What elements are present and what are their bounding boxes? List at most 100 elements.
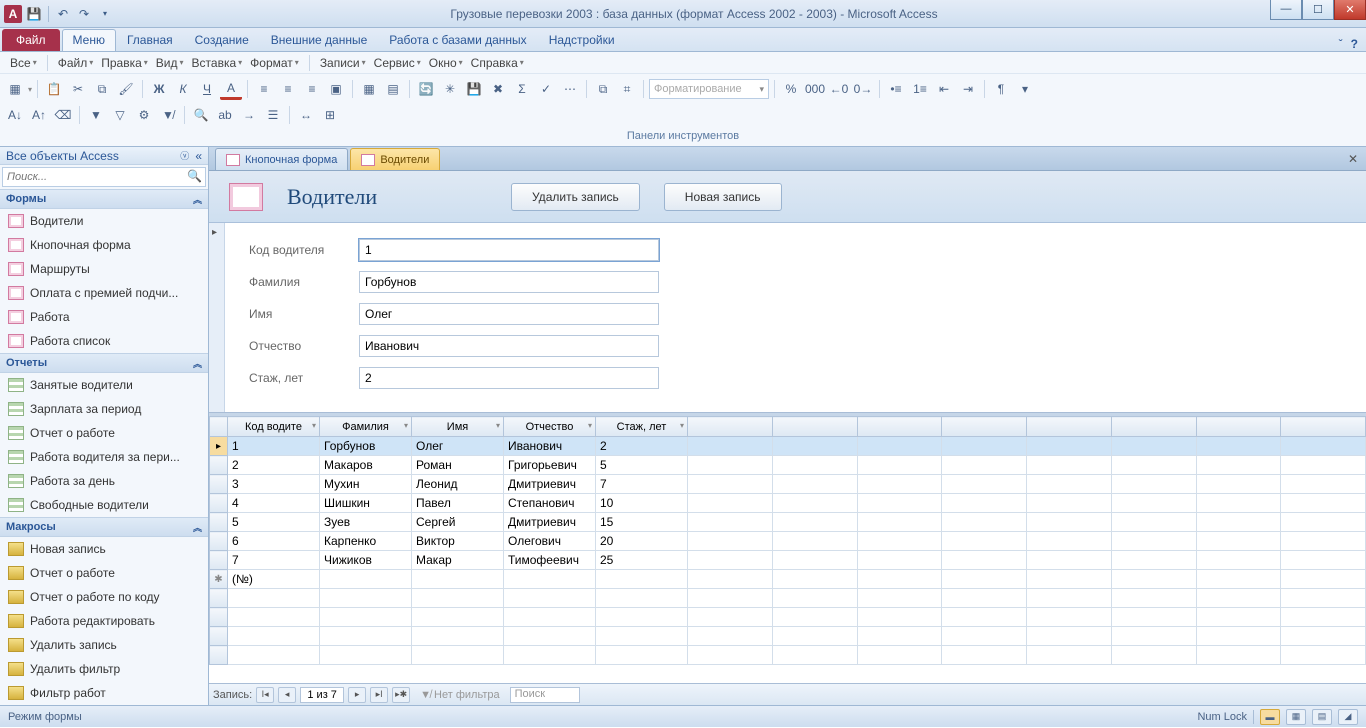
view-icon[interactable]: ▦ bbox=[4, 78, 26, 100]
row-selector[interactable] bbox=[210, 475, 228, 494]
document-tab[interactable]: Водители bbox=[350, 148, 440, 170]
blank-cell[interactable] bbox=[320, 627, 412, 646]
formatting-combo[interactable]: Форматирование bbox=[649, 79, 769, 99]
cell[interactable]: Карпенко bbox=[320, 532, 412, 551]
sort-desc-icon[interactable]: A↑ bbox=[28, 104, 50, 126]
cell[interactable]: 7 bbox=[596, 475, 688, 494]
blank-cell[interactable] bbox=[688, 437, 773, 456]
blank-cell[interactable] bbox=[1281, 494, 1366, 513]
datasheet[interactable]: Код водите▾Фамилия▾Имя▾Отчество▾Стаж, ле… bbox=[209, 413, 1366, 683]
blank-cell[interactable] bbox=[412, 570, 504, 589]
cell[interactable]: Зуев bbox=[320, 513, 412, 532]
blank-cell[interactable] bbox=[1281, 532, 1366, 551]
blank-cell[interactable] bbox=[596, 608, 688, 627]
blank-cell[interactable] bbox=[1027, 456, 1112, 475]
fill-color-icon[interactable]: ▣ bbox=[325, 78, 347, 100]
list-numbers-icon[interactable]: 1≡ bbox=[909, 78, 931, 100]
italic-icon[interactable]: К bbox=[172, 78, 194, 100]
inc-decimal-icon[interactable]: ←0 bbox=[828, 78, 850, 100]
blank-cell[interactable] bbox=[688, 532, 773, 551]
legacy-menu-item[interactable]: Все ▾ bbox=[6, 54, 41, 72]
app-icon[interactable]: A bbox=[4, 5, 22, 23]
blank-cell[interactable] bbox=[1111, 437, 1196, 456]
toggle-filter-icon[interactable]: ▼̸ bbox=[157, 104, 179, 126]
format-painter-icon[interactable]: 🖌 bbox=[115, 78, 137, 100]
clear-sort-icon[interactable]: ⌫ bbox=[52, 104, 74, 126]
blank-cell[interactable] bbox=[228, 589, 320, 608]
nav-item[interactable]: Зарплата за период bbox=[0, 397, 208, 421]
blank-cell[interactable] bbox=[1027, 608, 1112, 627]
nav-collapse-icon[interactable]: « bbox=[195, 149, 202, 163]
cell[interactable]: 6 bbox=[228, 532, 320, 551]
filter-icon[interactable]: ▼ bbox=[85, 104, 107, 126]
selection-filter-icon[interactable]: ▽ bbox=[109, 104, 131, 126]
close-tab-icon[interactable]: ✕ bbox=[1340, 152, 1366, 166]
blank-cell[interactable] bbox=[320, 570, 412, 589]
blank-cell[interactable] bbox=[1111, 551, 1196, 570]
blank-cell[interactable] bbox=[857, 608, 942, 627]
blank-cell[interactable] bbox=[1196, 437, 1281, 456]
cell[interactable]: Григорьевич bbox=[504, 456, 596, 475]
blank-cell[interactable] bbox=[596, 627, 688, 646]
cell[interactable]: Мухин bbox=[320, 475, 412, 494]
nav-item[interactable]: Удалить запись bbox=[0, 633, 208, 657]
blank-cell[interactable] bbox=[857, 627, 942, 646]
close-button[interactable]: ✕ bbox=[1334, 0, 1366, 20]
column-header[interactable]: Имя▾ bbox=[412, 417, 504, 437]
nav-group-header[interactable]: Формы︽ bbox=[0, 189, 208, 209]
ribbon-tab[interactable]: Внешние данные bbox=[260, 29, 379, 51]
nav-item[interactable]: Отчет о работе bbox=[0, 561, 208, 585]
blank-cell[interactable] bbox=[942, 551, 1027, 570]
blank-cell[interactable] bbox=[1196, 627, 1281, 646]
field-input[interactable] bbox=[359, 271, 659, 293]
blank-cell[interactable] bbox=[228, 627, 320, 646]
blank-cell[interactable] bbox=[942, 513, 1027, 532]
blank-cell[interactable] bbox=[942, 646, 1027, 665]
nav-item[interactable]: Отчет о работе по коду bbox=[0, 585, 208, 609]
cell[interactable]: 20 bbox=[596, 532, 688, 551]
blank-cell[interactable] bbox=[1027, 513, 1112, 532]
ribbon-tab[interactable]: Главная bbox=[116, 29, 184, 51]
save-record-icon[interactable]: 💾 bbox=[463, 78, 485, 100]
new-record-button[interactable]: Новая запись bbox=[664, 183, 782, 211]
sort-asc-icon[interactable]: A↓ bbox=[4, 104, 26, 126]
blank-cell[interactable] bbox=[596, 589, 688, 608]
gridlines-icon[interactable]: ▦ bbox=[358, 78, 380, 100]
goto-icon[interactable]: → bbox=[238, 104, 260, 126]
more-icon[interactable]: ⋯ bbox=[559, 78, 581, 100]
undo-icon[interactable]: ↶ bbox=[54, 5, 72, 23]
nav-item[interactable]: Новая запись bbox=[0, 537, 208, 561]
dec-decimal-icon[interactable]: 0→ bbox=[852, 78, 874, 100]
blank-cell[interactable] bbox=[596, 646, 688, 665]
nav-item[interactable]: Работа водителя за пери... bbox=[0, 445, 208, 469]
relationships-icon[interactable]: ⧉ bbox=[592, 78, 614, 100]
blank-cell[interactable] bbox=[1111, 513, 1196, 532]
blank-cell[interactable] bbox=[412, 589, 504, 608]
blank-cell[interactable] bbox=[942, 494, 1027, 513]
blank-cell[interactable] bbox=[772, 589, 857, 608]
nav-group-header[interactable]: Отчеты︽ bbox=[0, 353, 208, 373]
blank-cell[interactable] bbox=[857, 532, 942, 551]
blank-cell[interactable] bbox=[857, 646, 942, 665]
blank-cell[interactable] bbox=[772, 437, 857, 456]
cell[interactable]: Сергей bbox=[412, 513, 504, 532]
cell[interactable]: 2 bbox=[596, 437, 688, 456]
blank-cell[interactable] bbox=[1027, 589, 1112, 608]
blank-cell[interactable] bbox=[688, 513, 773, 532]
cell[interactable]: 2 bbox=[228, 456, 320, 475]
blank-cell[interactable] bbox=[1027, 627, 1112, 646]
blank-cell[interactable] bbox=[688, 570, 773, 589]
record-selector[interactable] bbox=[209, 223, 225, 412]
file-tab[interactable]: Файл bbox=[2, 29, 60, 51]
qat-customize-icon[interactable]: ▾ bbox=[96, 5, 114, 23]
cell[interactable]: Иванович bbox=[504, 437, 596, 456]
blank-cell[interactable] bbox=[320, 646, 412, 665]
blank-cell[interactable] bbox=[688, 494, 773, 513]
blank-cell[interactable] bbox=[504, 627, 596, 646]
cell[interactable]: Степанович bbox=[504, 494, 596, 513]
blank-cell[interactable] bbox=[1196, 646, 1281, 665]
blank-cell[interactable] bbox=[942, 627, 1027, 646]
datasheet-view-button[interactable]: ▦ bbox=[1286, 709, 1306, 725]
blank-cell[interactable] bbox=[504, 589, 596, 608]
text-dir-icon[interactable]: ¶ bbox=[990, 78, 1012, 100]
